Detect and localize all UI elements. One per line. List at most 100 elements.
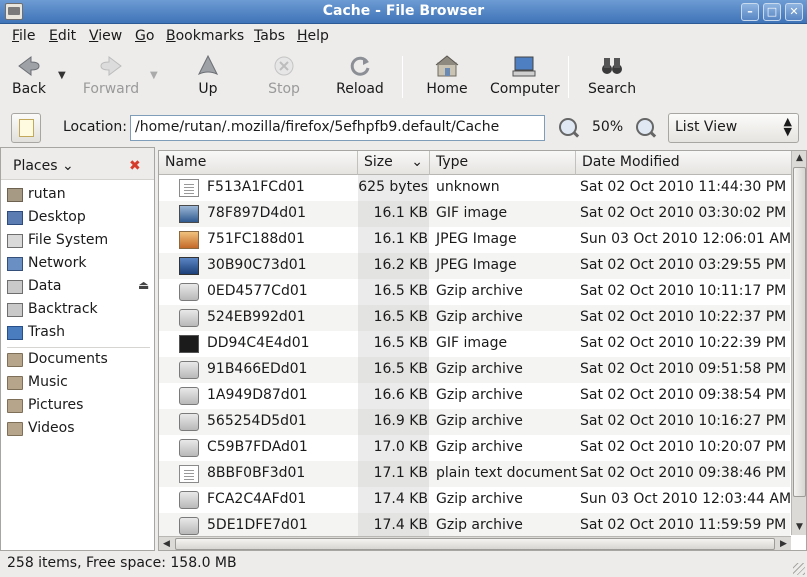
sidebar-item-desktop[interactable]: Desktop [7, 208, 150, 228]
forward-button[interactable]: Forward [80, 48, 142, 104]
vertical-scroll-thumb[interactable] [793, 167, 806, 497]
reload-icon [350, 56, 370, 76]
table-row[interactable]: 1A949D87d01 16.6 KB Gzip archive Sat 02 Oct… [159, 383, 806, 409]
folder-icon [7, 399, 23, 413]
table-row[interactable]: DD94C4E4d01 16.5 KB GIF image Sat 02 Oct 20… [159, 331, 806, 357]
status-bar: 258 items, Free space: 158.0 MB [0, 553, 807, 577]
table-row[interactable]: 78F897D4d01 16.1 KB GIF image Sat 02 Oct 20… [159, 201, 806, 227]
toggle-location-entry-button[interactable] [11, 113, 41, 143]
binoculars-search-icon [602, 58, 622, 74]
horizontal-scrollbar[interactable]: ◀ ▶ [159, 536, 791, 550]
location-label: Location: [63, 119, 127, 135]
scroll-right-arrow-icon[interactable]: ▶ [776, 537, 791, 550]
archive-icon [179, 491, 199, 509]
menu-tabs[interactable]: Tabs [254, 28, 285, 44]
table-row[interactable]: 0ED4577Cd01 16.5 KB Gzip archive Sat 02 Oct… [159, 279, 806, 305]
trash-icon [7, 326, 23, 340]
sidebar-item-trash[interactable]: Trash [7, 323, 150, 343]
reload-button[interactable]: Reload [334, 48, 386, 104]
archive-icon [179, 517, 199, 535]
table-row[interactable]: 751FC188d01 16.1 KB JPEG Image Sun 03 Oct 2… [159, 227, 806, 253]
view-mode-select[interactable]: List View ▲ ▼ [668, 113, 799, 143]
vertical-scrollbar[interactable]: ▲ ▼ [791, 151, 806, 535]
window-title: Cache - File Browser [322, 3, 485, 19]
updown-chevron-icon: ▲ ▼ [783, 115, 792, 138]
table-row[interactable]: C59B7FDAd01 17.0 KB Gzip archive Sat 02 Oct… [159, 435, 806, 461]
scroll-down-arrow-icon[interactable]: ▼ [792, 520, 806, 535]
scroll-up-arrow-icon[interactable]: ▲ [792, 151, 806, 166]
table-row[interactable]: FCA2C4AFd01 17.4 KB Gzip archive Sun 03 Oct… [159, 487, 806, 513]
home-button[interactable]: Home [424, 48, 470, 104]
stop-button[interactable]: Stop [263, 48, 305, 104]
menu-bookmarks[interactable]: Bookmarks [166, 28, 244, 44]
back-button[interactable]: Back [8, 48, 50, 104]
sidebar-item-data[interactable]: Data ⏏ [7, 277, 150, 297]
sidebar-item-documents[interactable]: Documents [7, 350, 150, 370]
eject-icon[interactable]: ⏏ [138, 278, 149, 292]
hard-disk-icon [7, 234, 23, 248]
menu-bar: File Edit View Go Bookmarks Tabs Help [0, 24, 807, 48]
sidebar-item-music[interactable]: Music [7, 373, 150, 393]
close-button[interactable]: ✕ [785, 3, 803, 21]
places-selector[interactable]: Places ⌄ [13, 158, 74, 174]
sidebar-item-rutan[interactable]: rutan [7, 185, 150, 205]
archive-icon [179, 283, 199, 301]
column-header-name[interactable]: Name [159, 151, 358, 175]
resize-grip-icon[interactable] [793, 563, 805, 575]
column-header-size[interactable]: Size ⌄ [358, 151, 430, 175]
menu-view[interactable]: View [89, 28, 122, 44]
search-button[interactable]: Search [588, 48, 636, 104]
archive-icon [179, 309, 199, 327]
horizontal-scroll-thumb[interactable] [175, 538, 775, 550]
notepad-icon [19, 119, 34, 137]
main-toolbar: Back ▼ Forward ▼ Up Stop Reload Home Com… [0, 48, 807, 105]
folder-icon [7, 422, 23, 436]
table-row[interactable]: 524EB992d01 16.5 KB Gzip archive Sat 02 Oct… [159, 305, 806, 331]
table-row[interactable]: F513A1FCd01 625 bytes unknown Sat 02 Oct 20… [159, 175, 806, 201]
zoom-in-icon[interactable] [636, 118, 654, 136]
desktop-icon [7, 211, 23, 225]
document-icon [179, 179, 199, 197]
location-bar: Location: /home/rutan/.mozilla/firefox/5… [0, 106, 807, 146]
zoom-level: 50% [592, 119, 624, 135]
scroll-left-arrow-icon[interactable]: ◀ [159, 537, 174, 550]
folder-icon [7, 353, 23, 367]
menu-help[interactable]: Help [297, 28, 329, 44]
table-row[interactable]: 565254D5d01 16.9 KB Gzip archive Sat 02 Oct… [159, 409, 806, 435]
column-header-type[interactable]: Type [430, 151, 576, 175]
zoom-out-icon[interactable] [559, 118, 577, 136]
image-icon [179, 231, 199, 249]
table-row[interactable]: 8BBF0BF3d01 17.1 KB plain text document Sat… [159, 461, 806, 487]
computer-icon [512, 56, 536, 77]
archive-icon [179, 439, 199, 457]
forward-history-chevron-down-icon[interactable]: ▼ [150, 70, 158, 81]
drive-icon [7, 280, 23, 294]
maximize-button[interactable]: □ [763, 3, 781, 21]
table-row[interactable]: 30B90C73d01 16.2 KB JPEG Image Sat 02 Oct 2… [159, 253, 806, 279]
status-text: 258 items, Free space: 158.0 MB [7, 555, 237, 571]
menu-go[interactable]: Go [135, 28, 154, 44]
minimize-button[interactable]: – [741, 3, 759, 21]
places-sidebar: Places ⌄ ✖ rutan Desktop File System Net… [0, 147, 155, 551]
sidebar-item-videos[interactable]: Videos [7, 419, 150, 439]
menu-file[interactable]: File [12, 28, 35, 44]
title-bar: Cache - File Browser – □ ✕ [0, 0, 807, 24]
toolbar-separator [402, 56, 403, 98]
forward-arrow-icon [100, 56, 122, 76]
close-sidebar-icon[interactable]: ✖ [129, 158, 141, 174]
menu-edit[interactable]: Edit [49, 28, 76, 44]
sidebar-item-network[interactable]: Network [7, 254, 150, 274]
sidebar-item-backtrack[interactable]: Backtrack [7, 300, 150, 320]
location-input[interactable]: /home/rutan/.mozilla/firefox/5efhpfb9.de… [130, 115, 545, 141]
sidebar-item-file-system[interactable]: File System [7, 231, 150, 251]
table-row[interactable]: 91B466EDd01 16.5 KB Gzip archive Sat 02 Oct… [159, 357, 806, 383]
drive-icon [7, 303, 23, 317]
image-icon [179, 257, 199, 275]
sidebar-header: Places ⌄ ✖ [1, 148, 154, 180]
computer-button[interactable]: Computer [490, 48, 560, 104]
stop-icon [274, 56, 294, 76]
up-button[interactable]: Up [188, 48, 228, 104]
back-history-chevron-down-icon[interactable]: ▼ [58, 70, 66, 81]
column-header-date-modified[interactable]: Date Modified [576, 151, 791, 175]
sidebar-item-pictures[interactable]: Pictures [7, 396, 150, 416]
